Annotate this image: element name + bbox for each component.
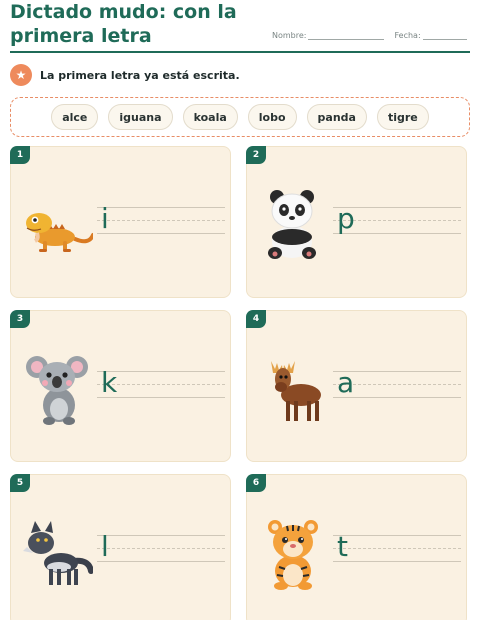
card-number: 6	[246, 474, 266, 492]
first-letter: a	[337, 366, 355, 399]
card-number: 2	[246, 146, 266, 164]
card-5: 5 l	[10, 474, 231, 620]
date-label: Fecha:	[394, 31, 421, 40]
panda-icon	[268, 190, 316, 259]
koala-icon	[26, 356, 88, 425]
instruction: ★ La primera letra ya está escrita.	[10, 64, 240, 86]
first-letter: i	[101, 202, 109, 235]
name-field[interactable]: Nombre:	[272, 31, 385, 40]
word-chip: lobo	[247, 104, 297, 130]
writing-lines[interactable]: k	[97, 367, 225, 399]
card-number: 3	[10, 310, 30, 328]
first-letter: p	[337, 202, 355, 235]
name-label: Nombre:	[272, 31, 307, 40]
card-1: 1 i	[10, 146, 231, 298]
wolf-icon	[23, 521, 93, 585]
writing-lines[interactable]: p	[333, 203, 461, 235]
writing-lines[interactable]: i	[97, 203, 225, 235]
date-field[interactable]: Fecha:	[394, 31, 467, 40]
word-chip: koala	[182, 104, 238, 130]
header-divider	[10, 51, 470, 53]
writing-lines[interactable]: a	[333, 367, 461, 399]
card-number: 5	[10, 474, 30, 492]
writing-lines[interactable]: l	[97, 531, 225, 563]
first-letter: t	[337, 530, 348, 563]
name-line	[308, 31, 385, 40]
instruction-text: La primera letra ya está escrita.	[40, 68, 240, 82]
tiger-icon	[268, 520, 318, 590]
card-number: 1	[10, 146, 30, 164]
card-number: 4	[246, 310, 266, 328]
date-line	[422, 31, 467, 40]
first-letter: l	[101, 530, 109, 563]
word-chip: iguana	[108, 104, 173, 130]
word-bank: alce iguana koala lobo panda tigre	[10, 97, 470, 137]
moose-icon	[271, 361, 321, 421]
star-icon: ★	[10, 64, 32, 86]
word-chip: panda	[306, 104, 367, 130]
first-letter: k	[101, 366, 118, 399]
card-2: 2 p	[246, 146, 467, 298]
card-3: 3 k	[10, 310, 231, 462]
card-4: 4 a	[246, 310, 467, 462]
page-title: Dictado mudo: con la primera letra	[10, 1, 237, 47]
card-6: 6 t	[246, 474, 467, 620]
name-date-fields: Nombre: Fecha:	[272, 31, 467, 40]
word-chip: tigre	[376, 104, 429, 130]
iguana-icon	[26, 213, 93, 252]
writing-lines[interactable]: t	[333, 531, 461, 563]
word-chip: alce	[51, 104, 99, 130]
